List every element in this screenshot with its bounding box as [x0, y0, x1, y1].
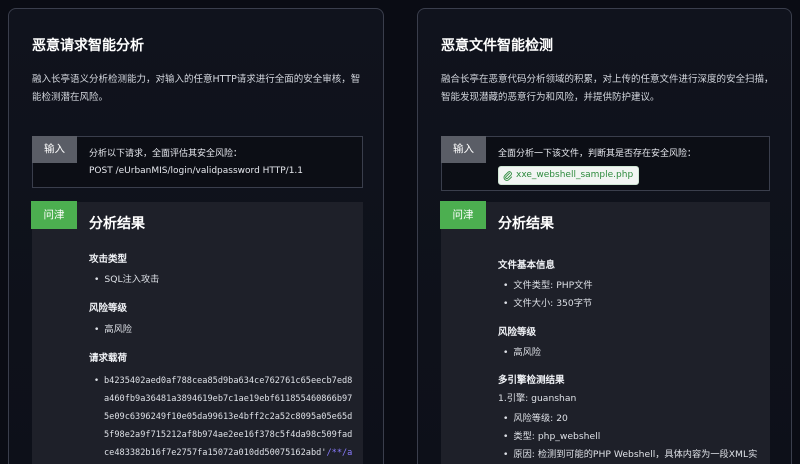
section-heading: 多引擎检测结果: [498, 375, 565, 386]
answer-tag: 问津: [440, 201, 486, 229]
result-title: 分析结果: [89, 216, 145, 232]
answer-message: 问津 分析结果 攻击类型 SQL注入攻击 风险等级 高风险 请求载荷 b4235…: [31, 201, 363, 464]
section-heading: 风险等级: [498, 327, 537, 338]
section-heading: 风险等级: [89, 303, 128, 314]
list-item: 风险等级: 20: [503, 410, 567, 424]
input-text: 分析以下请求，全面评估其安全风险： POST /eUrbanMIS/login/…: [89, 146, 303, 180]
list-item: 原因: 检测到可能的PHP Webshell，具体内容为一段XML实: [503, 446, 757, 460]
list-item: 高风险: [94, 321, 132, 335]
input-line: 全面分析一下该文件，判断其是否存在安全风险：: [498, 149, 697, 159]
card-title: 恶意文件智能检测: [441, 38, 553, 54]
payload-text: b4235402aed0af788cea85d9ba634ce762761c65…: [104, 376, 353, 458]
list-item: SQL注入攻击: [94, 271, 159, 285]
list-item: 文件类型: PHP文件: [503, 277, 592, 291]
list-item: 高风险: [503, 344, 541, 358]
payload-value: b4235402aed0af788cea85d9ba634ce762761c65…: [94, 372, 356, 464]
engine-name: 1.引擎: guanshan: [498, 393, 577, 404]
input-tag: 输入: [32, 136, 77, 163]
malicious-file-card: 恶意文件智能检测 融合长亭在恶意代码分析领域的积累，对上传的任意文件进行深度的安…: [417, 8, 792, 464]
section-heading: 文件基本信息: [498, 260, 556, 271]
file-attachment[interactable]: xxe_webshell_sample.php: [498, 166, 640, 185]
input-text: 全面分析一下该文件，判断其是否存在安全风险： xxe_webshell_samp…: [498, 146, 696, 188]
answer-message: 问津 分析结果 文件基本信息 文件类型: PHP文件 文件大小: 350字节 风…: [440, 201, 770, 464]
card-title: 恶意请求智能分析: [32, 38, 144, 54]
card-description: 融入长亭语义分析检测能力，对输入的任意HTTP请求进行全面的安全审核，智能检测潜…: [32, 74, 361, 103]
malicious-request-card: 恶意请求智能分析 融入长亭语义分析检测能力，对输入的任意HTTP请求进行全面的安…: [8, 8, 384, 464]
section-heading: 攻击类型: [89, 254, 128, 265]
section-heading: 请求载荷: [89, 353, 128, 364]
paperclip-icon: [503, 170, 513, 181]
result-title: 分析结果: [498, 216, 554, 232]
input-line: POST /eUrbanMIS/login/validpassword HTTP…: [89, 166, 304, 176]
input-line: 分析以下请求，全面评估其安全风险：: [89, 149, 243, 159]
input-message: 输入 全面分析一下该文件，判断其是否存在安全风险： xxe_webshell_s…: [441, 136, 770, 191]
input-message: 输入 分析以下请求，全面评估其安全风险： POST /eUrbanMIS/log…: [32, 136, 363, 188]
input-tag: 输入: [441, 136, 486, 163]
answer-tag: 问津: [31, 201, 77, 229]
list-item: 文件大小: 350字节: [503, 295, 592, 309]
file-name: xxe_webshell_sample.php: [516, 170, 634, 180]
card-description: 融合长亭在恶意代码分析领域的积累，对上传的任意文件进行深度的安全扫描，智能发现潜…: [441, 74, 774, 103]
list-item: 类型: php_webshell: [503, 428, 600, 442]
